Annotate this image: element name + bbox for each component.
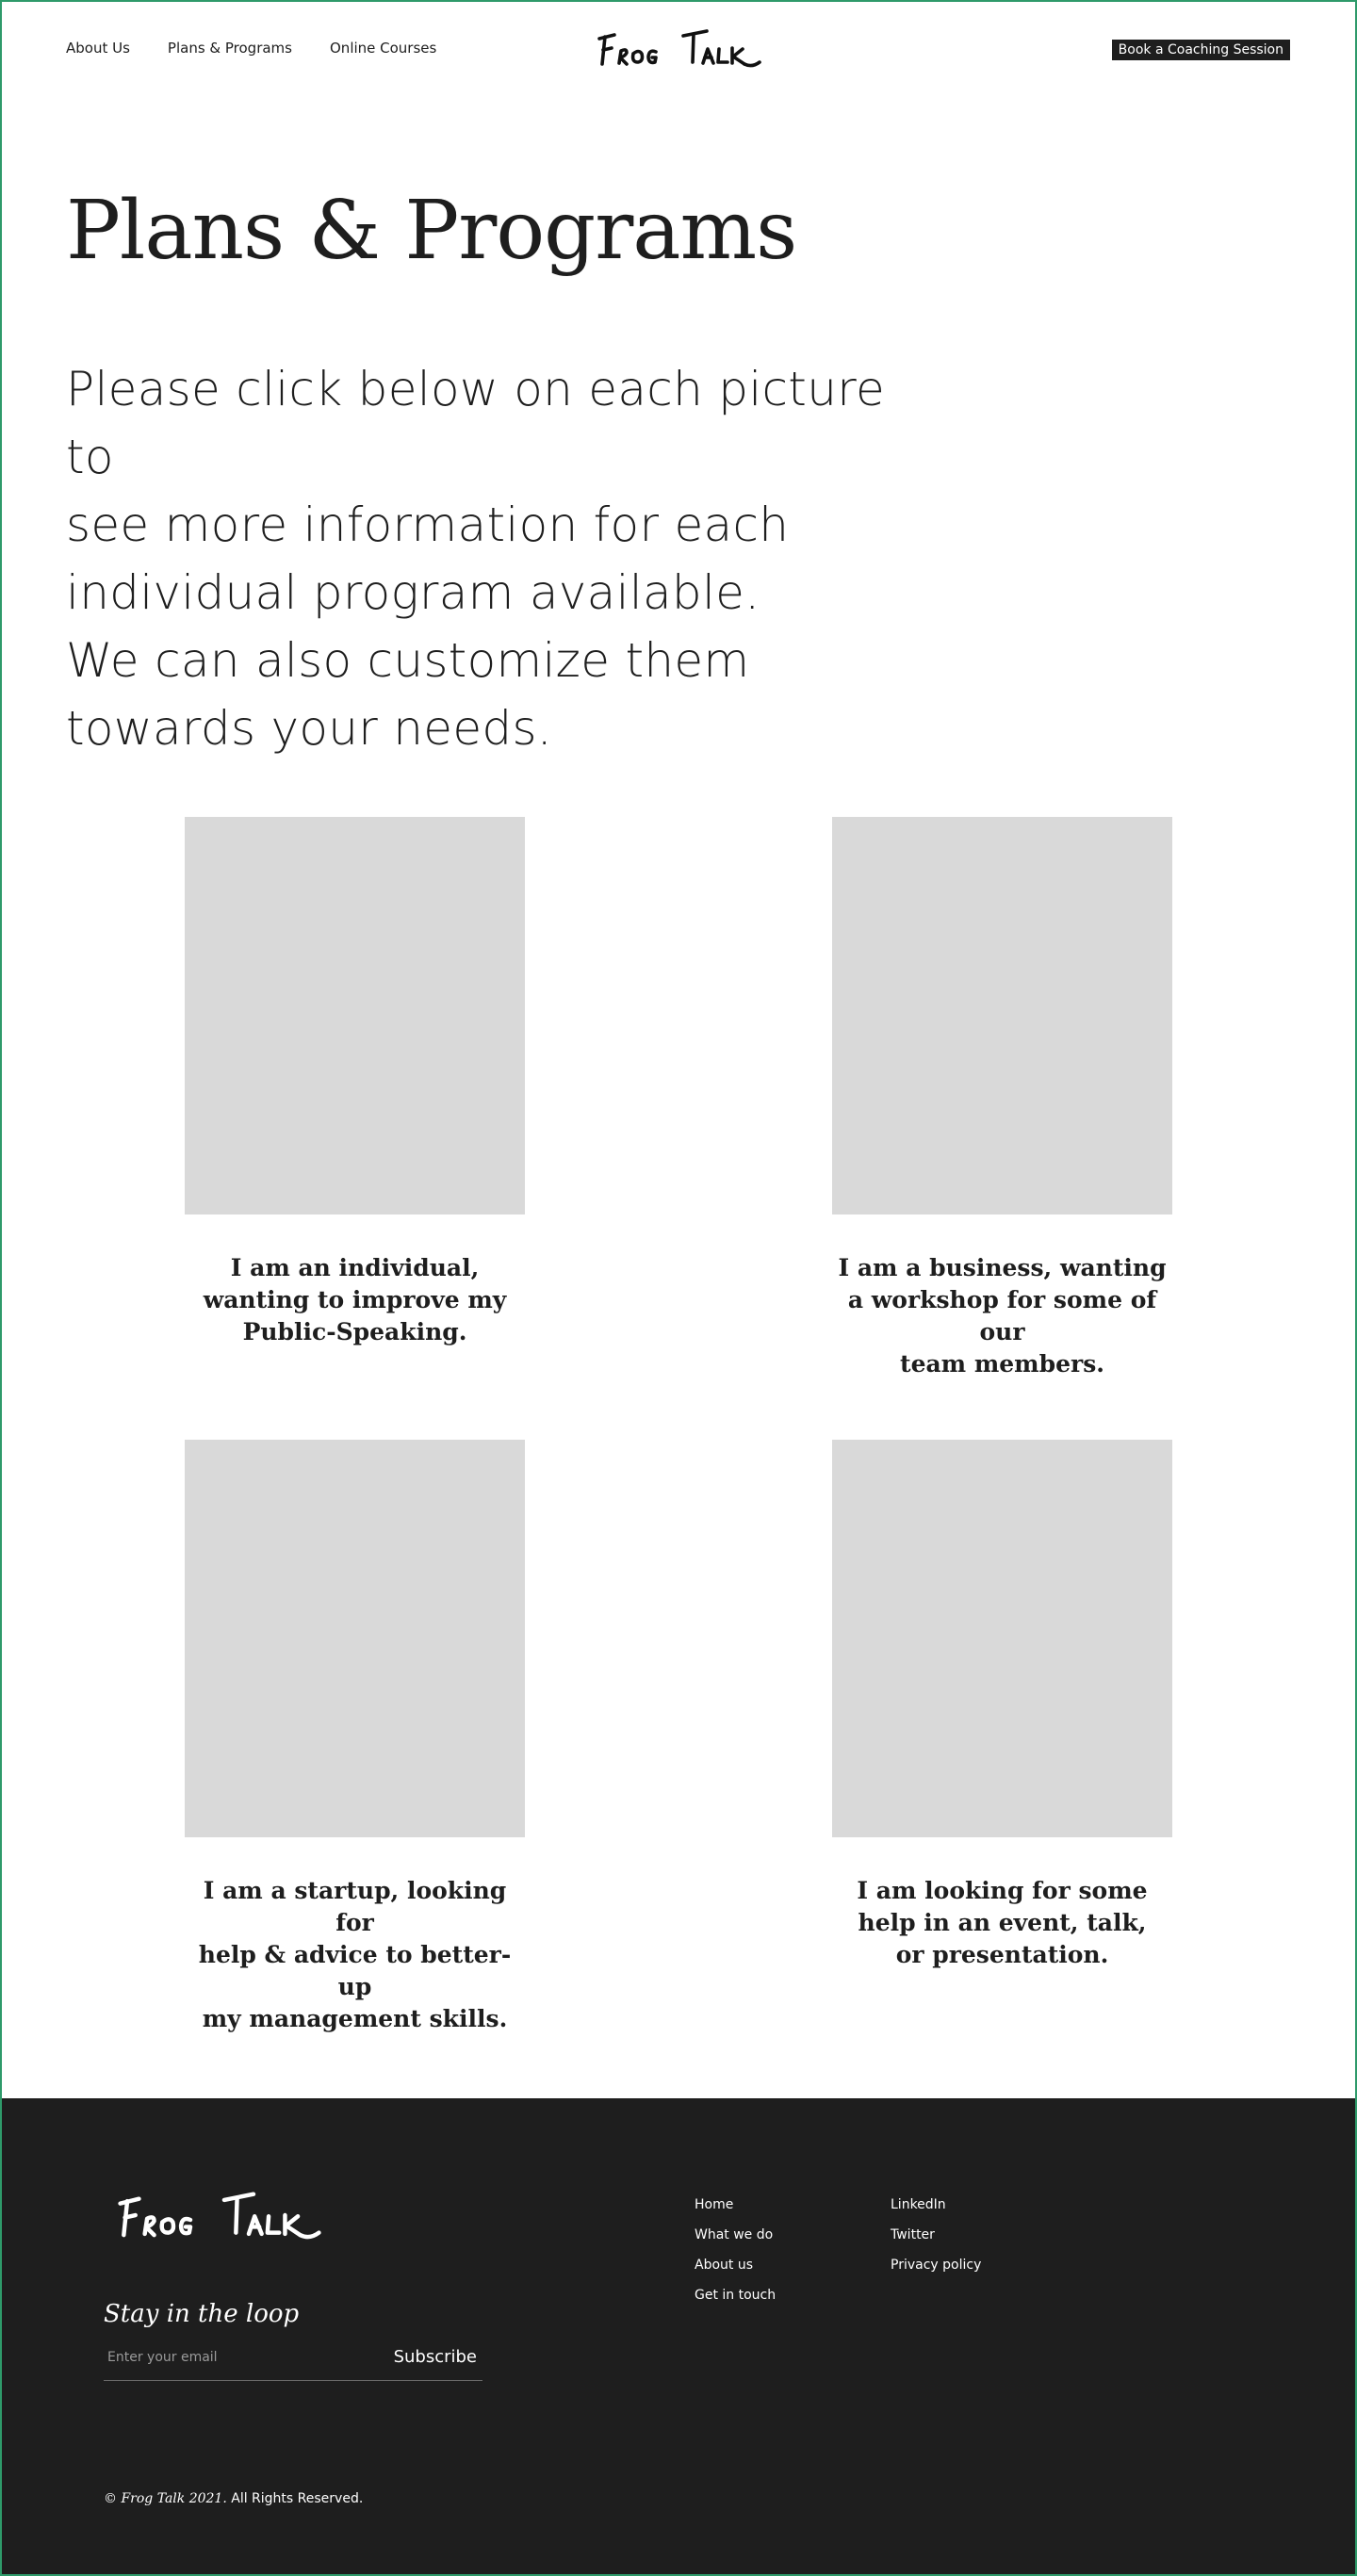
program-card-individual[interactable]: I am an individual, wanting to improve m… — [185, 817, 525, 1348]
intro-paragraph: Please click below on each picture to se… — [66, 355, 914, 762]
nav-online-courses[interactable]: Online Courses — [330, 40, 436, 57]
caption-line: wanting to improve my — [203, 1286, 507, 1313]
footer-logo[interactable] — [104, 2191, 335, 2249]
newsletter-title: Stay in the loop — [104, 2300, 300, 2328]
program-image-placeholder[interactable] — [832, 817, 1172, 1215]
nav-plans-programs[interactable]: Plans & Programs — [168, 40, 292, 57]
book-coaching-session-button[interactable]: Book a Coaching Session — [1111, 40, 1290, 60]
footer-link-linkedin[interactable]: LinkedIn — [891, 2195, 981, 2214]
program-caption: I am a business, wanting a workshop for … — [832, 1252, 1172, 1380]
caption-line: I am looking for some — [857, 1877, 1148, 1904]
caption-line: I am a business, wanting — [838, 1254, 1167, 1281]
program-caption: I am an individual, wanting to improve m… — [185, 1252, 525, 1348]
caption-line: help in an event, talk, — [858, 1909, 1147, 1936]
site-footer: Stay in the loop Subscribe Home What we … — [0, 2098, 1357, 2576]
caption-line: I am a startup, looking for — [203, 1877, 507, 1936]
intro-line: towards your needs. — [66, 701, 553, 756]
footer-link-what-we-do[interactable]: What we do — [695, 2225, 776, 2244]
site-logo[interactable] — [596, 28, 763, 75]
program-caption: I am a startup, looking for help & advic… — [185, 1875, 525, 2035]
page-title: Plans & Programs — [66, 184, 797, 278]
newsletter-form: Subscribe — [104, 2346, 482, 2381]
intro-line: individual program available. — [66, 565, 760, 620]
program-card-startup[interactable]: I am a startup, looking for help & advic… — [185, 1440, 525, 2035]
footer-link-get-in-touch[interactable]: Get in touch — [695, 2286, 776, 2305]
program-image-placeholder[interactable] — [185, 817, 525, 1215]
caption-line: help & advice to better-up — [198, 1941, 512, 2000]
nav-about-us[interactable]: About Us — [66, 40, 130, 57]
footer-link-privacy-policy[interactable]: Privacy policy — [891, 2256, 981, 2274]
intro-line: see more information for each — [66, 497, 790, 552]
copyright: © Frog Talk 2021. All Rights Reserved. — [104, 2491, 363, 2506]
subscribe-button[interactable]: Subscribe — [394, 2347, 477, 2367]
program-image-placeholder[interactable] — [185, 1440, 525, 1837]
caption-line: team members. — [900, 1350, 1104, 1378]
program-card-business[interactable]: I am a business, wanting a workshop for … — [832, 817, 1172, 1380]
copyright-text: All Rights Reserved. — [226, 2491, 364, 2506]
caption-line: Public-Speaking. — [242, 1318, 467, 1345]
footer-links-site: Home What we do About us Get in touch — [695, 2195, 776, 2305]
footer-links-social: LinkedIn Twitter Privacy policy — [891, 2195, 981, 2274]
footer-link-twitter[interactable]: Twitter — [891, 2225, 981, 2244]
intro-line: We can also customize them — [66, 633, 750, 688]
site-header: About Us Plans & Programs Online Courses — [0, 0, 1357, 104]
program-caption: I am looking for some help in an event, … — [832, 1875, 1172, 1971]
program-card-event[interactable]: I am looking for some help in an event, … — [832, 1440, 1172, 1971]
main-nav: About Us Plans & Programs Online Courses — [66, 40, 436, 57]
frog-talk-logo-mark — [597, 29, 761, 68]
caption-line: I am an individual, — [230, 1254, 480, 1281]
email-input[interactable] — [107, 2350, 371, 2365]
program-image-placeholder[interactable] — [832, 1440, 1172, 1837]
footer-link-home[interactable]: Home — [695, 2195, 776, 2214]
intro-line: Please click below on each picture to — [66, 362, 886, 484]
footer-link-about-us[interactable]: About us — [695, 2256, 776, 2274]
caption-line: a workshop for some of our — [847, 1286, 1157, 1345]
caption-line: or presentation. — [895, 1941, 1109, 1968]
caption-line: my management skills. — [202, 2005, 508, 2032]
copyright-brand: © Frog Talk 2021. — [104, 2491, 227, 2506]
frog-talk-logo-mark — [118, 2192, 321, 2240]
